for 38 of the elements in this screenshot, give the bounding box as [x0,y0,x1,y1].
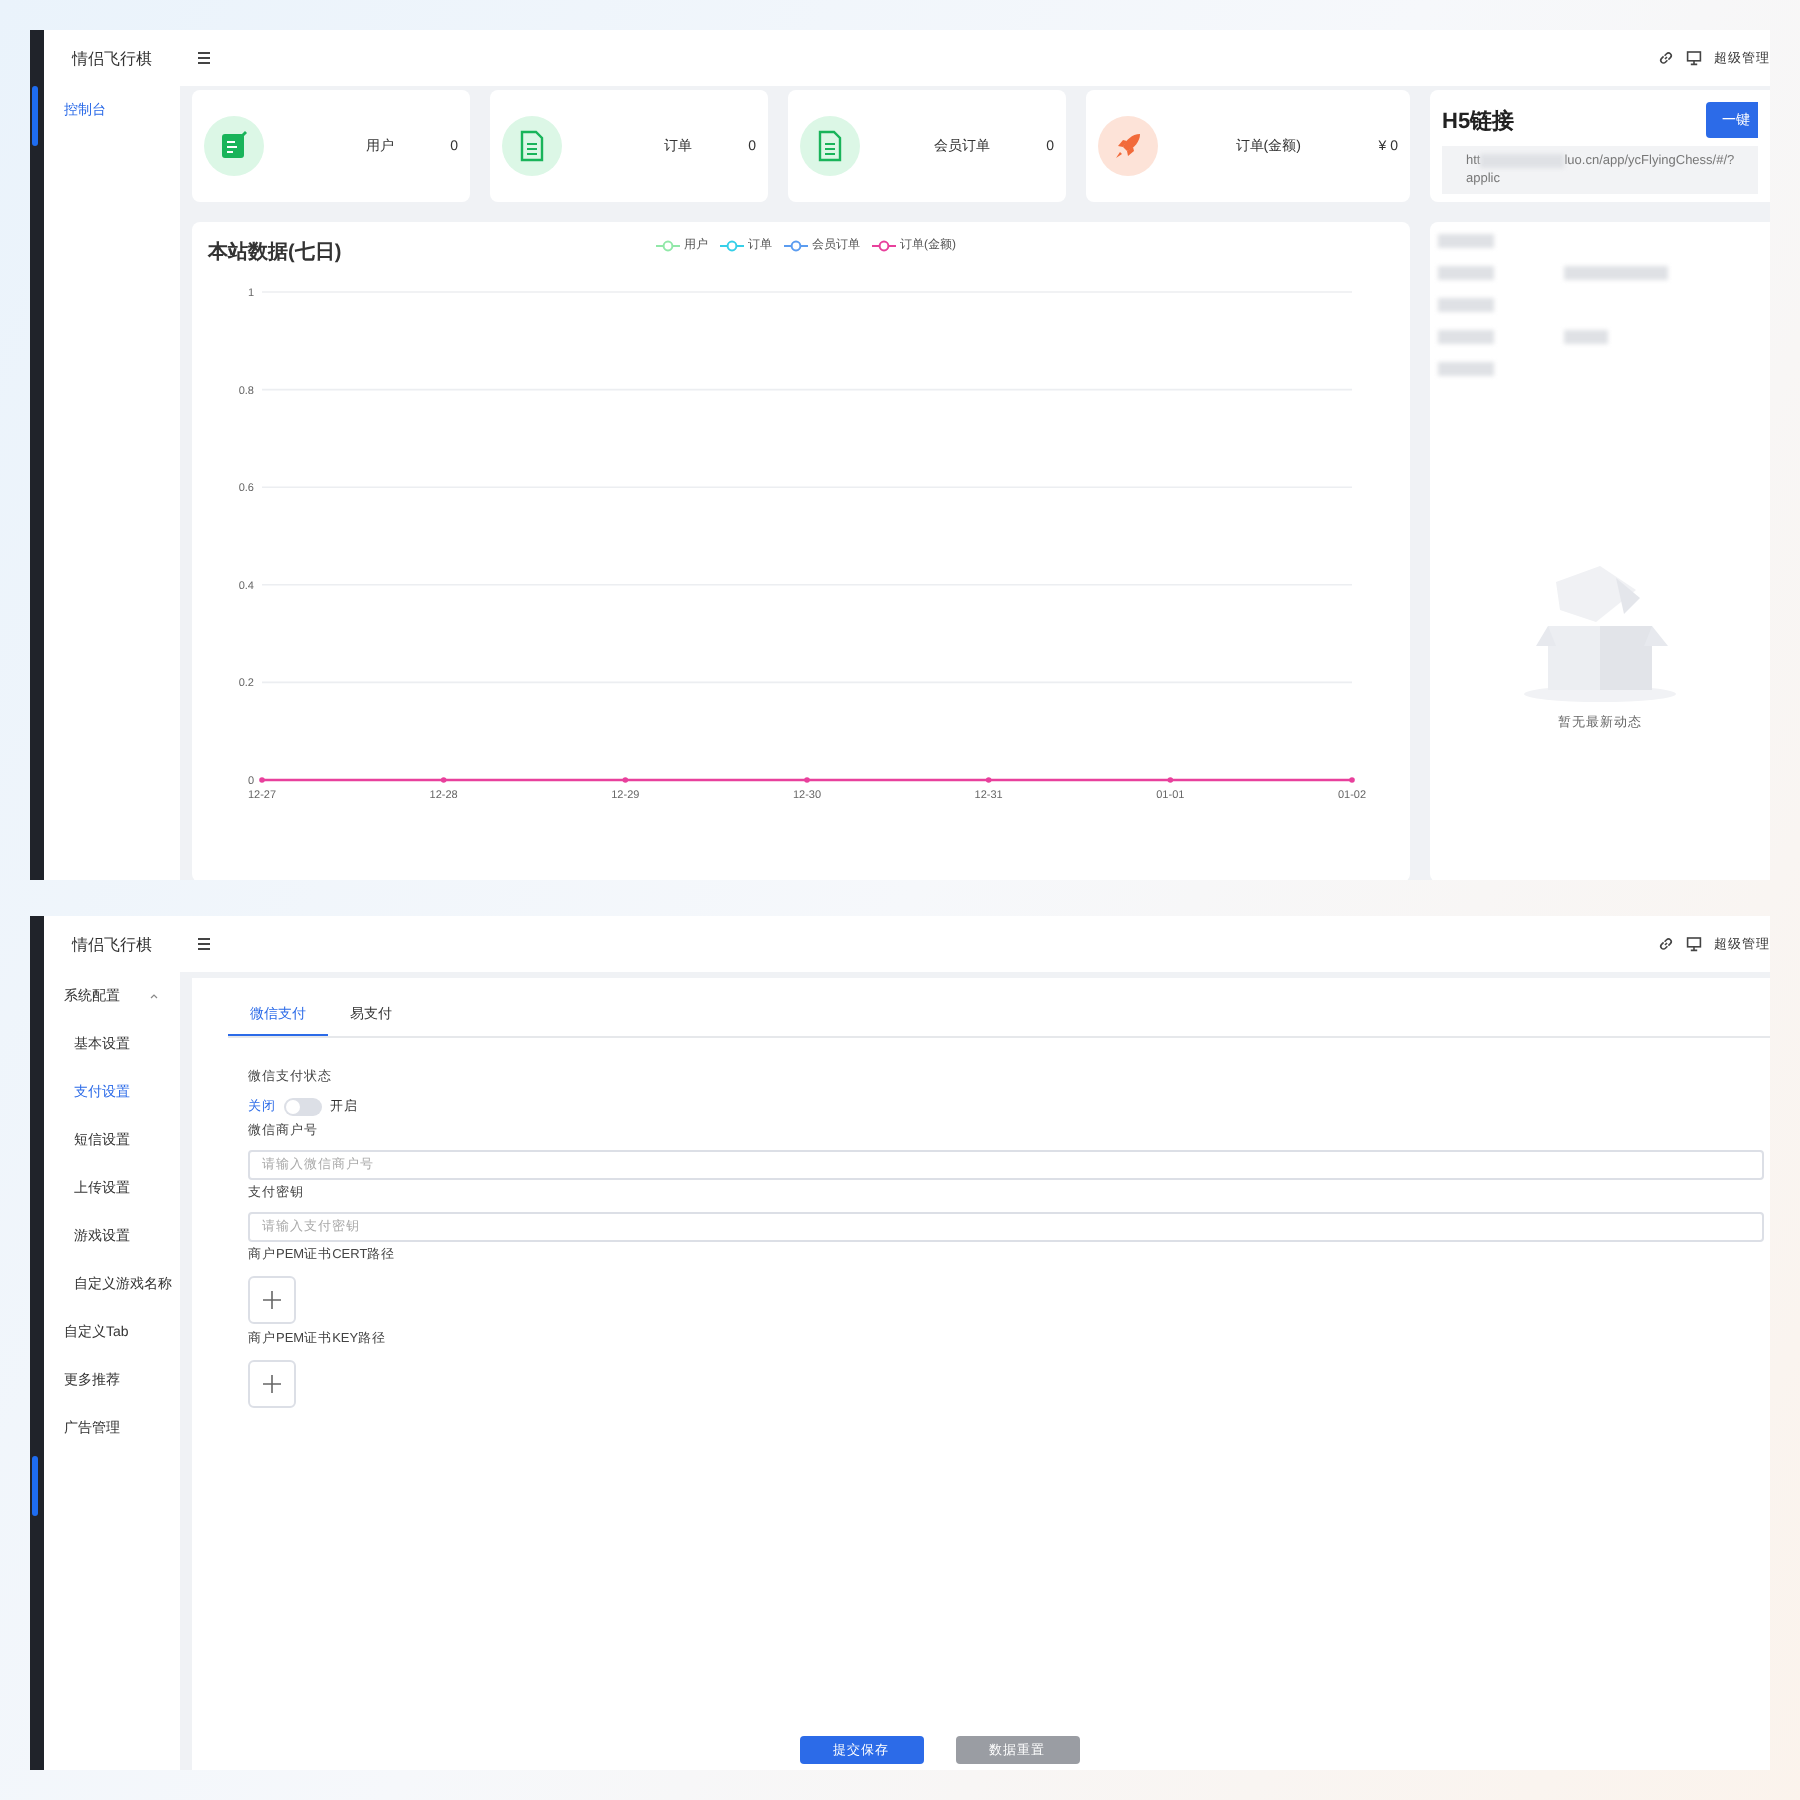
active-indicator [32,1456,38,1516]
menu-icon[interactable] [196,50,212,66]
legend-marker-icon [656,239,680,251]
blurred-text [1438,298,1494,312]
data-point [622,777,629,783]
upload-button[interactable] [248,1276,296,1324]
upload-button[interactable] [248,1360,296,1408]
caret-icon [148,990,160,1002]
chart-title: 本站数据(七日) [208,239,342,266]
menu-icon[interactable] [196,936,212,952]
data-point [804,777,810,783]
link-icon[interactable] [1658,936,1674,952]
toggle-switch[interactable] [284,1098,322,1116]
legend-marker-icon [872,239,896,251]
data-point [1349,777,1355,783]
blurred-text [1438,234,1494,248]
card-title: H5链接 [1442,107,1515,135]
note-edit-icon [216,128,252,164]
blurred-text [1438,266,1494,280]
app-title: 情侣飞行棋 [69,47,154,71]
data-point [985,777,992,783]
legend-marker-icon [784,239,808,251]
data-point [259,777,265,783]
plus-icon [262,1290,282,1310]
blurred-text [1564,330,1608,344]
plus-icon [262,1374,282,1394]
legend-marker-icon [720,239,744,251]
data-point [440,777,447,783]
active-indicator [32,86,38,146]
blurred-text [1438,362,1494,376]
app-title: 情侣飞行棋 [69,933,154,957]
monitor-icon[interactable] [1686,50,1702,66]
rocket-icon [1110,128,1146,164]
blurred-text [1438,330,1494,344]
monitor-icon[interactable] [1686,936,1702,952]
data-point [1167,777,1174,783]
blurred-text [1564,266,1668,280]
link-icon[interactable] [1658,50,1674,66]
